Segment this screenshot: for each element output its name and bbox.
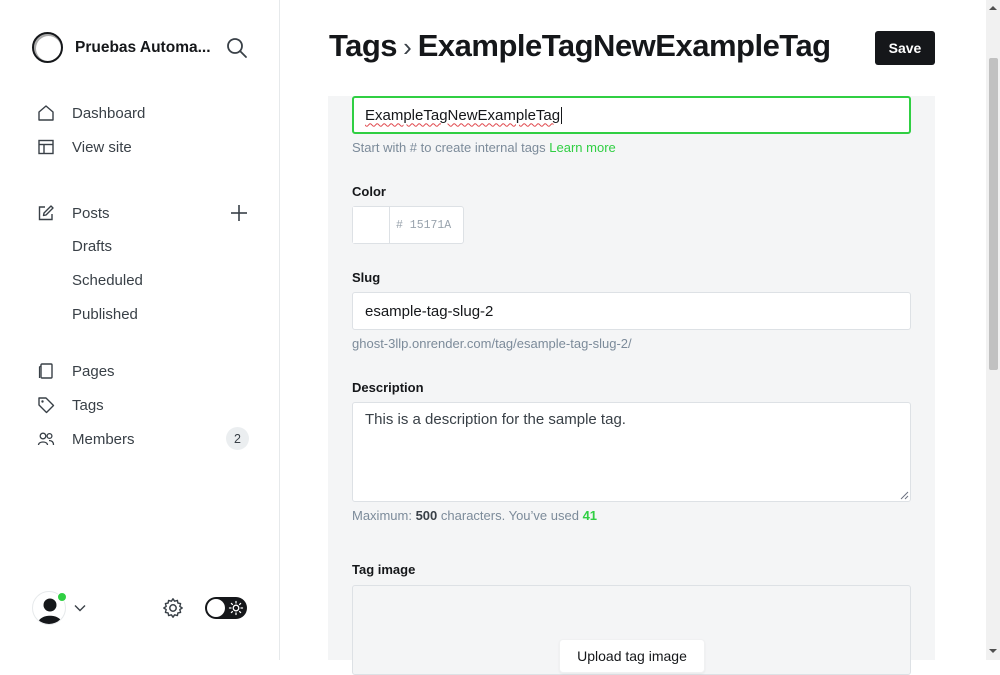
breadcrumb-separator: ›: [403, 32, 412, 62]
description-value: This is a description for the sample tag…: [365, 411, 626, 428]
char-count-middle: characters. You’ve used: [440, 508, 579, 523]
sidebar-item-drafts[interactable]: Drafts: [72, 238, 112, 255]
home-icon: [36, 103, 56, 123]
sun-icon: [228, 600, 244, 616]
sidebar-item-label: Members: [72, 430, 135, 448]
tag-name-value: ExampleTagNewExampleTag: [365, 106, 561, 124]
slug-value: esample-tag-slug-2: [365, 302, 494, 320]
chevron-down-icon[interactable]: [73, 601, 87, 615]
sidebar-item-label: Pages: [72, 362, 115, 380]
edit-icon: [36, 203, 56, 223]
members-count-badge: 2: [226, 427, 249, 450]
tag-name-hint: Start with # to create internal tags Lea…: [352, 140, 616, 155]
scroll-thumb[interactable]: [989, 58, 998, 370]
scroll-down-icon[interactable]: [989, 647, 997, 655]
breadcrumb-tags-link[interactable]: Tags: [329, 28, 398, 64]
sidebar-item-label: Posts: [72, 204, 110, 222]
learn-more-link[interactable]: Learn more: [549, 140, 615, 155]
site-name: Pruebas Automa...: [75, 38, 211, 56]
sidebar: Pruebas Automa... Dashboard View site Po…: [0, 0, 280, 660]
sidebar-item-pages[interactable]: Pages: [36, 358, 115, 384]
sidebar-item-posts[interactable]: Posts: [36, 200, 110, 226]
resize-handle-icon[interactable]: [900, 491, 909, 500]
tag-icon: [36, 395, 56, 415]
sidebar-item-view-site[interactable]: View site: [36, 134, 132, 160]
tag-name-input[interactable]: ExampleTagNewExampleTag: [352, 96, 911, 134]
description-textarea[interactable]: This is a description for the sample tag…: [352, 402, 911, 502]
scroll-up-icon[interactable]: [989, 4, 997, 12]
tag-image-label: Tag image: [352, 562, 416, 577]
members-icon: [36, 429, 56, 449]
slug-url-preview: ghost-3llp.onrender.com/tag/esample-tag-…: [352, 336, 632, 351]
sidebar-item-dashboard[interactable]: Dashboard: [36, 100, 145, 126]
slug-label: Slug: [352, 270, 381, 285]
search-icon[interactable]: [226, 37, 248, 59]
toggle-knob: [207, 599, 225, 617]
main-content: Tags › ExampleTagNewExampleTag Save Exam…: [280, 0, 986, 675]
gear-icon[interactable]: [162, 597, 184, 619]
color-field: # 15171A: [352, 206, 464, 244]
color-label: Color: [352, 184, 386, 199]
layout-icon: [36, 137, 56, 157]
save-button[interactable]: Save: [875, 31, 935, 65]
char-count-used: 41: [582, 508, 598, 523]
sidebar-item-published[interactable]: Published: [72, 306, 138, 323]
char-count-max: 500: [415, 508, 438, 523]
site-brand[interactable]: Pruebas Automa...: [32, 32, 213, 63]
color-swatch[interactable]: [353, 207, 390, 243]
description-char-count: Maximum: 500 characters. You’ve used 41: [352, 508, 597, 523]
theme-toggle[interactable]: [205, 597, 247, 619]
site-logo: [32, 32, 63, 63]
upload-tag-image-button[interactable]: Upload tag image: [559, 639, 705, 673]
color-hex-input[interactable]: # 15171A: [390, 207, 451, 243]
sidebar-item-members[interactable]: Members: [36, 426, 135, 452]
sidebar-item-label: View site: [72, 138, 132, 156]
description-label: Description: [352, 380, 424, 395]
text-cursor: [561, 106, 563, 124]
sidebar-item-label: Dashboard: [72, 104, 146, 122]
online-status-dot: [57, 592, 67, 602]
sidebar-item-scheduled[interactable]: Scheduled: [72, 272, 143, 289]
add-post-icon[interactable]: [229, 203, 249, 223]
char-count-prefix: Maximum:: [352, 508, 412, 523]
page-header: Tags › ExampleTagNewExampleTag: [329, 28, 831, 64]
tag-settings-panel: ExampleTagNewExampleTag Start with # to …: [328, 96, 935, 675]
slug-input[interactable]: esample-tag-slug-2: [352, 292, 911, 330]
tag-name-hint-text: Start with # to create internal tags: [352, 140, 546, 155]
page-title: ExampleTagNewExampleTag: [417, 28, 831, 63]
tag-image-dropzone[interactable]: Upload tag image: [352, 585, 911, 675]
page-icon: [36, 361, 56, 381]
page-scrollbar[interactable]: [986, 0, 1000, 660]
sidebar-item-tags[interactable]: Tags: [36, 392, 104, 418]
sidebar-item-label: Tags: [72, 396, 104, 414]
